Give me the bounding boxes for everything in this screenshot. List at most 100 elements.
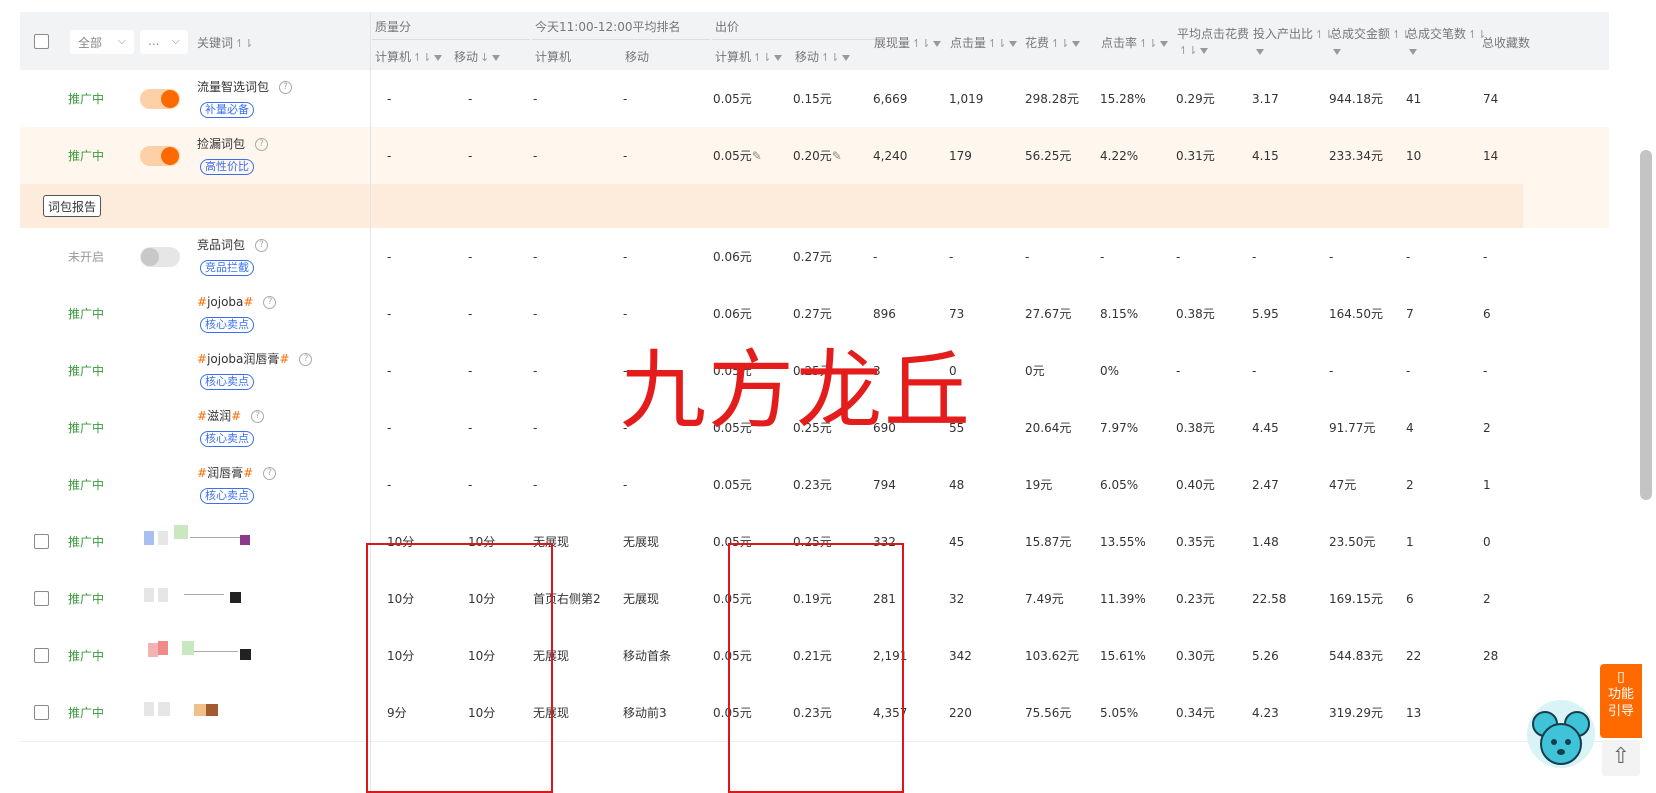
assistant-mascot-icon[interactable] bbox=[1527, 700, 1595, 768]
filter-icon[interactable] bbox=[434, 54, 443, 61]
filter-icon[interactable] bbox=[1333, 48, 1341, 55]
bid-pc[interactable]: 0.06元 bbox=[713, 249, 752, 265]
sort-icon[interactable]: ↿⇂ bbox=[1179, 44, 1197, 57]
status-text: 推广中 bbox=[68, 478, 105, 492]
col-quality-pc[interactable]: 计算机 ↿⇂ bbox=[375, 48, 443, 65]
col-cost[interactable]: 花费 ↿⇂ bbox=[1025, 34, 1081, 51]
total-gmv: - bbox=[1329, 250, 1334, 264]
clicks: 220 bbox=[949, 706, 972, 720]
ctr: - bbox=[1100, 250, 1105, 264]
bid-pc[interactable]: 0.05元 bbox=[713, 91, 752, 107]
col-clicks[interactable]: 点击量 ↿⇂ bbox=[950, 34, 1018, 51]
keyword-tag: 高性价比 bbox=[200, 158, 254, 175]
total-fav: - bbox=[1483, 250, 1488, 264]
edit-icon[interactable]: ✎ bbox=[832, 149, 842, 163]
col-rank-mobile: 移动 bbox=[625, 50, 650, 64]
ctr: 6.05% bbox=[1100, 478, 1139, 492]
total-fav: 28 bbox=[1483, 649, 1499, 663]
help-icon[interactable]: ? bbox=[263, 467, 277, 480]
bid-highlight bbox=[728, 543, 904, 793]
function-guide-button[interactable]: ▯ 功能 引导 bbox=[1600, 664, 1642, 738]
keyword-text: 捡漏词包 bbox=[197, 137, 246, 151]
rank-pc: - bbox=[533, 478, 538, 492]
back-to-top-button[interactable]: ⇧ bbox=[1602, 740, 1640, 776]
cost: 0元 bbox=[1025, 364, 1045, 378]
promotion-toggle[interactable] bbox=[140, 89, 180, 109]
col-quality-mobile[interactable]: 移动 ↓ bbox=[454, 48, 501, 65]
filter-icon[interactable] bbox=[492, 54, 501, 61]
clicks: - bbox=[949, 250, 954, 264]
keyword-text: 滋润 bbox=[207, 409, 232, 423]
col-bid-mobile[interactable]: 移动 ↿⇂ bbox=[795, 48, 851, 65]
row-checkbox[interactable] bbox=[34, 705, 49, 720]
rank-pc: - bbox=[533, 364, 538, 378]
sort-icon[interactable]: ↿⇂ bbox=[912, 37, 930, 50]
row-checkbox[interactable] bbox=[34, 534, 49, 549]
help-icon[interactable]: ? bbox=[255, 239, 269, 252]
scope-select[interactable]: 全部 ⌵ bbox=[70, 30, 134, 54]
status-text: 推广中 bbox=[68, 92, 105, 106]
roi: 4.23 bbox=[1252, 706, 1279, 720]
row-checkbox[interactable] bbox=[34, 648, 49, 663]
filter-icon[interactable] bbox=[774, 54, 783, 61]
total-gmv: 233.34元 bbox=[1329, 149, 1383, 163]
filter-icon[interactable] bbox=[1160, 40, 1169, 47]
help-icon[interactable]: ? bbox=[299, 353, 313, 366]
col-total-gmv[interactable]: 总成交金额 ↿⇂ bbox=[1330, 26, 1410, 59]
sort-desc-icon[interactable]: ↓ bbox=[480, 51, 489, 64]
filter-icon[interactable] bbox=[1200, 47, 1209, 54]
bid-mobile[interactable]: 0.27元 bbox=[793, 249, 832, 265]
quality-score-highlight bbox=[366, 543, 553, 793]
promotion-toggle[interactable] bbox=[140, 146, 180, 166]
filter-icon[interactable] bbox=[933, 40, 942, 47]
bid-mobile[interactable]: 0.20元✎ bbox=[793, 148, 842, 164]
guide-label-line2: 引导 bbox=[1607, 704, 1634, 719]
sort-icon[interactable]: ↿⇂ bbox=[413, 51, 431, 64]
help-icon[interactable]: ? bbox=[279, 81, 293, 94]
filter-icon[interactable] bbox=[1072, 40, 1081, 47]
col-bid-pc[interactable]: 计算机 ↿⇂ bbox=[715, 48, 783, 65]
col-total-orders[interactable]: 总成交笔数 ↿⇂ bbox=[1406, 26, 1486, 59]
col-ctr[interactable]: 点击率 ↿⇂ bbox=[1101, 34, 1169, 51]
help-icon[interactable]: ? bbox=[251, 410, 265, 423]
bid-mobile[interactable]: 0.15元 bbox=[793, 91, 832, 107]
select-all-checkbox[interactable] bbox=[34, 34, 49, 49]
col-total-fav[interactable]: 总收藏数 bbox=[1482, 34, 1530, 51]
filter-icon[interactable] bbox=[1256, 48, 1264, 55]
total-orders: - bbox=[1406, 250, 1411, 264]
impressions: 4,240 bbox=[873, 149, 908, 163]
sort-icon[interactable]: ↿⇂ bbox=[753, 51, 771, 64]
total-orders: 6 bbox=[1406, 592, 1414, 606]
total-fav: 0 bbox=[1483, 535, 1491, 549]
ctr: 0% bbox=[1100, 364, 1120, 378]
col-keyword[interactable]: 关键词 ↿⇂ bbox=[197, 34, 253, 51]
table-row: 推广中 捡漏词包? 高性价比 - - - - 0.05元✎ 0.20元✎ 4,2… bbox=[20, 127, 1609, 229]
col-avg-cpc[interactable]: 平均点击花费 ↿⇂ bbox=[1177, 26, 1249, 59]
sort-icon[interactable]: ↿⇂ bbox=[1139, 37, 1157, 50]
promotion-toggle[interactable] bbox=[140, 247, 180, 267]
avg-cpc: 0.29元 bbox=[1176, 92, 1215, 106]
filter-icon[interactable] bbox=[842, 54, 851, 61]
edit-icon[interactable]: ✎ bbox=[752, 149, 762, 163]
row-checkbox[interactable] bbox=[34, 591, 49, 606]
quality-mobile: - bbox=[468, 364, 473, 378]
sort-icon[interactable]: ↿⇂ bbox=[1051, 37, 1069, 50]
sort-icon[interactable]: ↿⇂ bbox=[235, 37, 253, 50]
rank-pc: - bbox=[533, 92, 538, 106]
more-select[interactable]: ... ⌵ bbox=[140, 30, 188, 54]
bid-mobile[interactable]: 0.23元 bbox=[793, 477, 832, 493]
cost: 7.49元 bbox=[1025, 592, 1064, 606]
keyword-package-report-button[interactable]: 词包报告 bbox=[43, 195, 102, 217]
help-icon[interactable]: ? bbox=[255, 138, 269, 151]
sort-icon[interactable]: ↿⇂ bbox=[988, 37, 1006, 50]
bid-pc[interactable]: 0.05元 bbox=[713, 477, 752, 493]
cost: 103.62元 bbox=[1025, 649, 1079, 663]
help-icon[interactable]: ? bbox=[263, 296, 277, 309]
vertical-scrollbar[interactable] bbox=[1640, 150, 1652, 500]
bid-pc[interactable]: 0.05元✎ bbox=[713, 148, 762, 164]
col-impressions[interactable]: 展现量 ↿⇂ bbox=[874, 34, 942, 51]
filter-icon[interactable] bbox=[1009, 40, 1018, 47]
sort-icon[interactable]: ↿⇂ bbox=[821, 51, 839, 64]
col-roi[interactable]: 投入产出比 ↿⇂ bbox=[1253, 26, 1333, 59]
filter-icon[interactable] bbox=[1409, 48, 1417, 55]
